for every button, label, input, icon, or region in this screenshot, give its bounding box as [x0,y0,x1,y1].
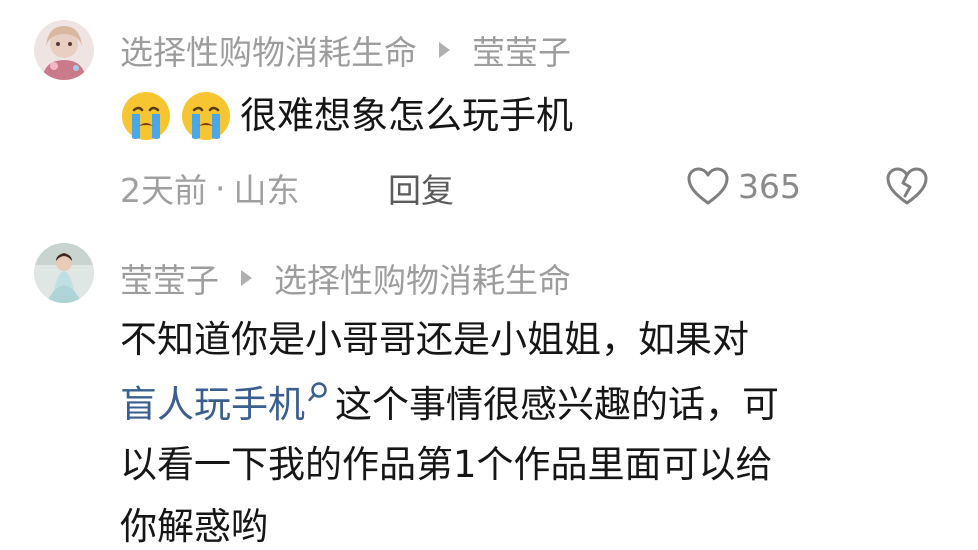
location: 山东 [233,171,300,210]
dislike-button[interactable] [884,163,930,209]
reply-to-name[interactable]: 莹莹子 [472,26,571,74]
like-count: 365 [738,166,801,206]
meta-separator: · [215,168,226,208]
author-name[interactable]: 选择性购物消耗生命 [120,26,417,74]
comment-body-line: 以看一下我的作品第1个作品里面可以给 [120,443,773,486]
comment-header: 莹莹子 选择性购物消耗生命 [120,256,571,300]
like-button[interactable]: 365 [686,162,801,210]
comment-meta: 2天前 · 山东 [120,166,300,211]
avatar[interactable] [34,243,94,303]
comment-text: 很难想象怎么玩手机 [120,92,573,140]
comment-header: 选择性购物消耗生命 莹莹子 [120,28,571,72]
crying-face-icon [182,92,230,140]
author-name[interactable]: 莹莹子 [120,254,219,302]
broken-heart-icon [886,167,928,205]
search-icon[interactable] [307,381,329,403]
comment-body-line: 盲人玩手机 这个事情很感兴趣的话，可 [120,381,779,427]
comment-body-text: 这个事情很感兴趣的话，可 [335,383,779,426]
avatar[interactable] [34,20,94,80]
crying-face-icon [122,92,170,140]
comment-body: 很难想象怎么玩手机 [240,94,573,137]
reply-button[interactable]: 回复 [388,166,454,210]
comment-body-line: 不知道你是小哥哥还是小姐姐，如果对 [120,318,749,361]
heart-icon [687,167,729,205]
reply-to-name[interactable]: 选择性购物消耗生命 [274,254,571,302]
comment-item: 选择性购物消耗生命 莹莹子 很难想象怎么玩手机 2天前 · 山东 回复 365 [0,0,978,230]
reply-arrow-icon [439,42,450,58]
search-link[interactable]: 盲人玩手机 [120,383,305,426]
reply-arrow-icon [241,270,252,286]
comment-body-line: 你解惑哟 [120,505,268,548]
timestamp: 2天前 [120,171,207,210]
